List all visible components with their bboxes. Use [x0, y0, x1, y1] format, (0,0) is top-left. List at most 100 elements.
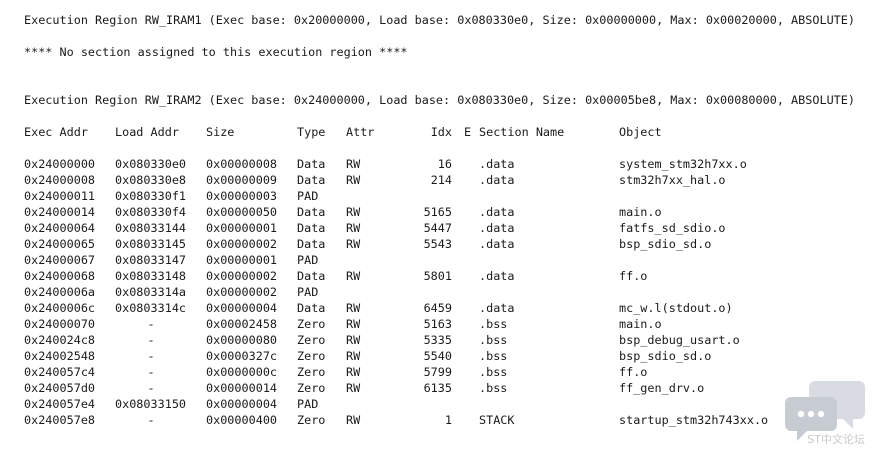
region1-note: **** No section assigned to this executi…	[24, 45, 408, 59]
cell-exec-addr: 0x24000011	[24, 189, 96, 203]
cell-section-name: .data	[479, 205, 515, 219]
cell-type: Data	[297, 221, 326, 235]
table-row: 0x240057d0 - 0x00000014 Zero RW 6135 .bss ff_ge…	[24, 380, 704, 396]
cell-section-name: .data	[479, 221, 515, 235]
cell-section-name: .data	[479, 157, 515, 171]
cell-type: Zero	[297, 365, 326, 379]
column-header-attr: Attr	[346, 125, 375, 139]
cell-type: Data	[297, 173, 326, 187]
cell-load-addr: 0x08033150	[115, 397, 187, 411]
table-row: 0x24000067 0x08033147 0x00000001 PAD	[24, 252, 318, 268]
cell-section-name: STACK	[479, 413, 515, 427]
cell-load-addr: 0x080330f1	[115, 189, 187, 203]
cell-size: 0x00000009	[206, 173, 278, 187]
cell-size: 0x00000080	[206, 333, 278, 347]
cell-type: PAD	[297, 189, 319, 203]
cell-idx: 5447	[423, 221, 452, 235]
cell-object: ff.o	[619, 365, 648, 379]
cell-object: bsp_sdio_sd.o	[619, 237, 712, 251]
cell-load-addr: -	[147, 365, 155, 379]
cell-section-name: .bss	[479, 333, 508, 347]
cell-exec-addr: 0x24000067	[24, 253, 96, 267]
cell-size: 0x00000002	[206, 285, 278, 299]
cell-attr: RW	[346, 317, 361, 331]
cell-exec-addr: 0x24000014	[24, 205, 96, 219]
cell-attr: RW	[346, 333, 361, 347]
cell-idx: 5799	[423, 365, 452, 379]
cell-load-addr: 0x08033147	[115, 253, 187, 267]
cell-load-addr: -	[147, 349, 155, 363]
cell-idx: 6459	[423, 301, 452, 315]
table-row: 0x24000008 0x080330e8 0x00000009 Data RW 214.…	[24, 172, 726, 188]
table-row: 0x24000065 0x08033145 0x00000002 Data RW 5543…	[24, 236, 711, 252]
column-header-type: Type	[297, 125, 326, 139]
cell-section-name: .data	[479, 301, 515, 315]
cell-size: 0x00000002	[206, 269, 278, 283]
cell-attr: RW	[346, 301, 361, 315]
section-table: Exec Addr Load Addr Size Type Attr Idx E…	[24, 124, 768, 428]
cell-object: bsp_sdio_sd.o	[619, 349, 712, 363]
cell-size: 0x00000008	[206, 157, 278, 171]
cell-attr: RW	[346, 365, 361, 379]
cell-load-addr: -	[147, 333, 155, 347]
cell-type: Zero	[297, 317, 326, 331]
cell-attr: RW	[346, 381, 361, 395]
cell-idx: 6135	[423, 381, 452, 395]
table-header-row: Exec Addr Load Addr Size Type Attr Idx E…	[24, 124, 662, 140]
cell-section-name: .bss	[479, 381, 508, 395]
cell-exec-addr: 0x24000008	[24, 173, 96, 187]
cell-load-addr: 0x0803314c	[115, 301, 187, 315]
cell-type: Zero	[297, 381, 326, 395]
cell-object: ff.o	[619, 269, 648, 283]
cell-section-name: .data	[479, 269, 515, 283]
cell-exec-addr: 0x240057d0	[24, 381, 96, 395]
table-row: 0x24000000 0x080330e0 0x00000008 Data RW 16 .d…	[24, 156, 747, 172]
cell-size: 0x00000001	[206, 253, 278, 267]
cell-object: ff_gen_drv.o	[619, 381, 705, 395]
cell-type: Data	[297, 237, 326, 251]
cell-load-addr: 0x080330f4	[115, 205, 187, 219]
column-header-idx: Idx	[430, 125, 452, 139]
cell-idx: 5543	[423, 237, 452, 251]
cell-idx: 5165	[423, 205, 452, 219]
cell-size: 0x00000004	[206, 397, 278, 411]
cell-load-addr: 0x0803314a	[115, 285, 187, 299]
cell-idx: 16	[437, 157, 452, 171]
cell-size: 0x0000327c	[206, 349, 278, 363]
cell-section-name: .bss	[479, 365, 508, 379]
cell-size: 0x00000014	[206, 381, 278, 395]
cell-type: Zero	[297, 333, 326, 347]
cell-load-addr: 0x08033148	[115, 269, 187, 283]
cell-exec-addr: 0x24000064	[24, 221, 96, 235]
cell-exec-addr: 0x240057e4	[24, 397, 96, 411]
column-header-e: E	[464, 125, 472, 139]
cell-type: Data	[297, 205, 326, 219]
cell-size: 0x00000003	[206, 189, 278, 203]
cell-type: Zero	[297, 349, 326, 363]
cell-exec-addr: 0x24000000	[24, 157, 96, 171]
cell-attr: RW	[346, 413, 361, 427]
watermark-text: ST中文论坛	[807, 433, 865, 446]
table-spacer	[24, 140, 52, 156]
cell-load-addr: 0x080330e8	[115, 173, 187, 187]
cell-idx: 5801	[423, 269, 452, 283]
cell-exec-addr: 0x240057e8	[24, 413, 96, 427]
cell-exec-addr: 0x24000065	[24, 237, 96, 251]
cell-object: system_stm32h7xx.o	[619, 157, 747, 171]
cell-exec-addr: 0x2400006c	[24, 301, 96, 315]
column-header-section-name: Section Name	[479, 125, 565, 139]
cell-attr: RW	[346, 269, 361, 283]
cell-type: PAD	[297, 285, 319, 299]
cell-size: 0x00000002	[206, 237, 278, 251]
table-body: 0x24000000 0x080330e0 0x00000008 Data RW 16 .d…	[24, 156, 768, 428]
cell-object: startup_stm32h743xx.o	[619, 413, 769, 427]
cell-object: main.o	[619, 205, 662, 219]
cell-size: 0x00000004	[206, 301, 278, 315]
cell-object: bsp_debug_usart.o	[619, 333, 740, 347]
cell-type: Data	[297, 157, 326, 171]
cell-object: mc_w.l(stdout.o)	[619, 301, 733, 315]
table-row: 0x240057e4 0x08033150 0x00000004 PAD	[24, 396, 318, 412]
cell-section-name: .data	[479, 173, 515, 187]
cell-object: fatfs_sd_sdio.o	[619, 221, 726, 235]
cell-object: stm32h7xx_hal.o	[619, 173, 726, 187]
